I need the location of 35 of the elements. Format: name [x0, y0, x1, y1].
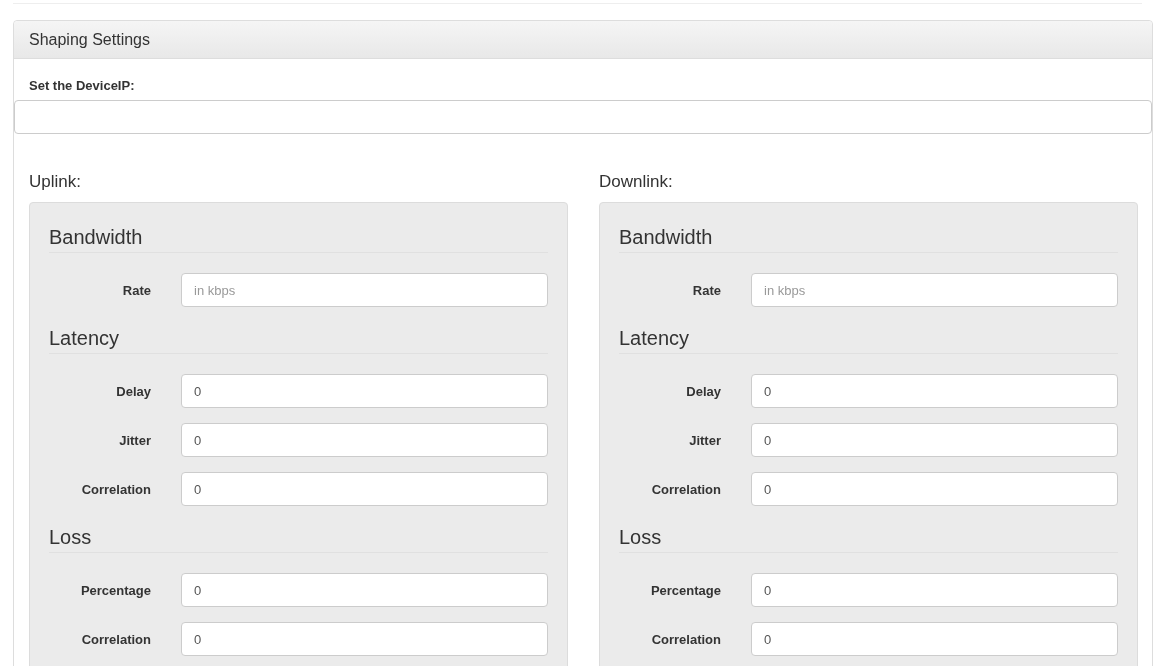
field-label: Delay [685, 383, 721, 399]
input-field[interactable]: 0 [181, 374, 548, 408]
input-field[interactable]: 0 [181, 423, 548, 457]
input-field[interactable]: 0 [181, 622, 548, 656]
field-label: Delay [115, 383, 151, 399]
field-label: Rate [691, 282, 721, 298]
column-title: Uplink: [29, 172, 82, 192]
device-ip-label: Set the DeviceIP: [29, 78, 135, 93]
field-label: Jitter [688, 432, 721, 448]
input-field[interactable]: 0 [751, 472, 1118, 506]
input-field[interactable]: 0 [181, 472, 548, 506]
panel-title: Shaping Settings [29, 30, 150, 49]
input-field[interactable]: in kbps [181, 273, 548, 307]
field-label: Percentage [79, 582, 151, 598]
field-label: Rate [121, 282, 151, 298]
field-label: Percentage [649, 582, 721, 598]
input-field[interactable]: 0 [751, 573, 1118, 607]
section-heading: Loss [49, 526, 92, 548]
field-label: Correlation [80, 481, 151, 497]
field-label: Correlation [80, 631, 151, 647]
section-heading: Bandwidth [619, 226, 713, 248]
input-field[interactable]: 0 [751, 622, 1118, 656]
field-label: Correlation [650, 481, 721, 497]
input-field[interactable]: 0 [751, 374, 1118, 408]
input-field[interactable]: 0 [181, 573, 548, 607]
field-label: Correlation [650, 631, 721, 647]
section-heading: Latency [619, 327, 690, 349]
section-heading: Bandwidth [49, 226, 143, 248]
section-heading: Latency [49, 327, 120, 349]
section-heading: Loss [619, 526, 662, 548]
input-field[interactable]: 0 [751, 423, 1118, 457]
input-field[interactable]: in kbps [751, 273, 1118, 307]
column-title: Downlink: [599, 172, 674, 192]
device-ip-field[interactable] [14, 100, 1152, 134]
field-label: Jitter [118, 432, 151, 448]
